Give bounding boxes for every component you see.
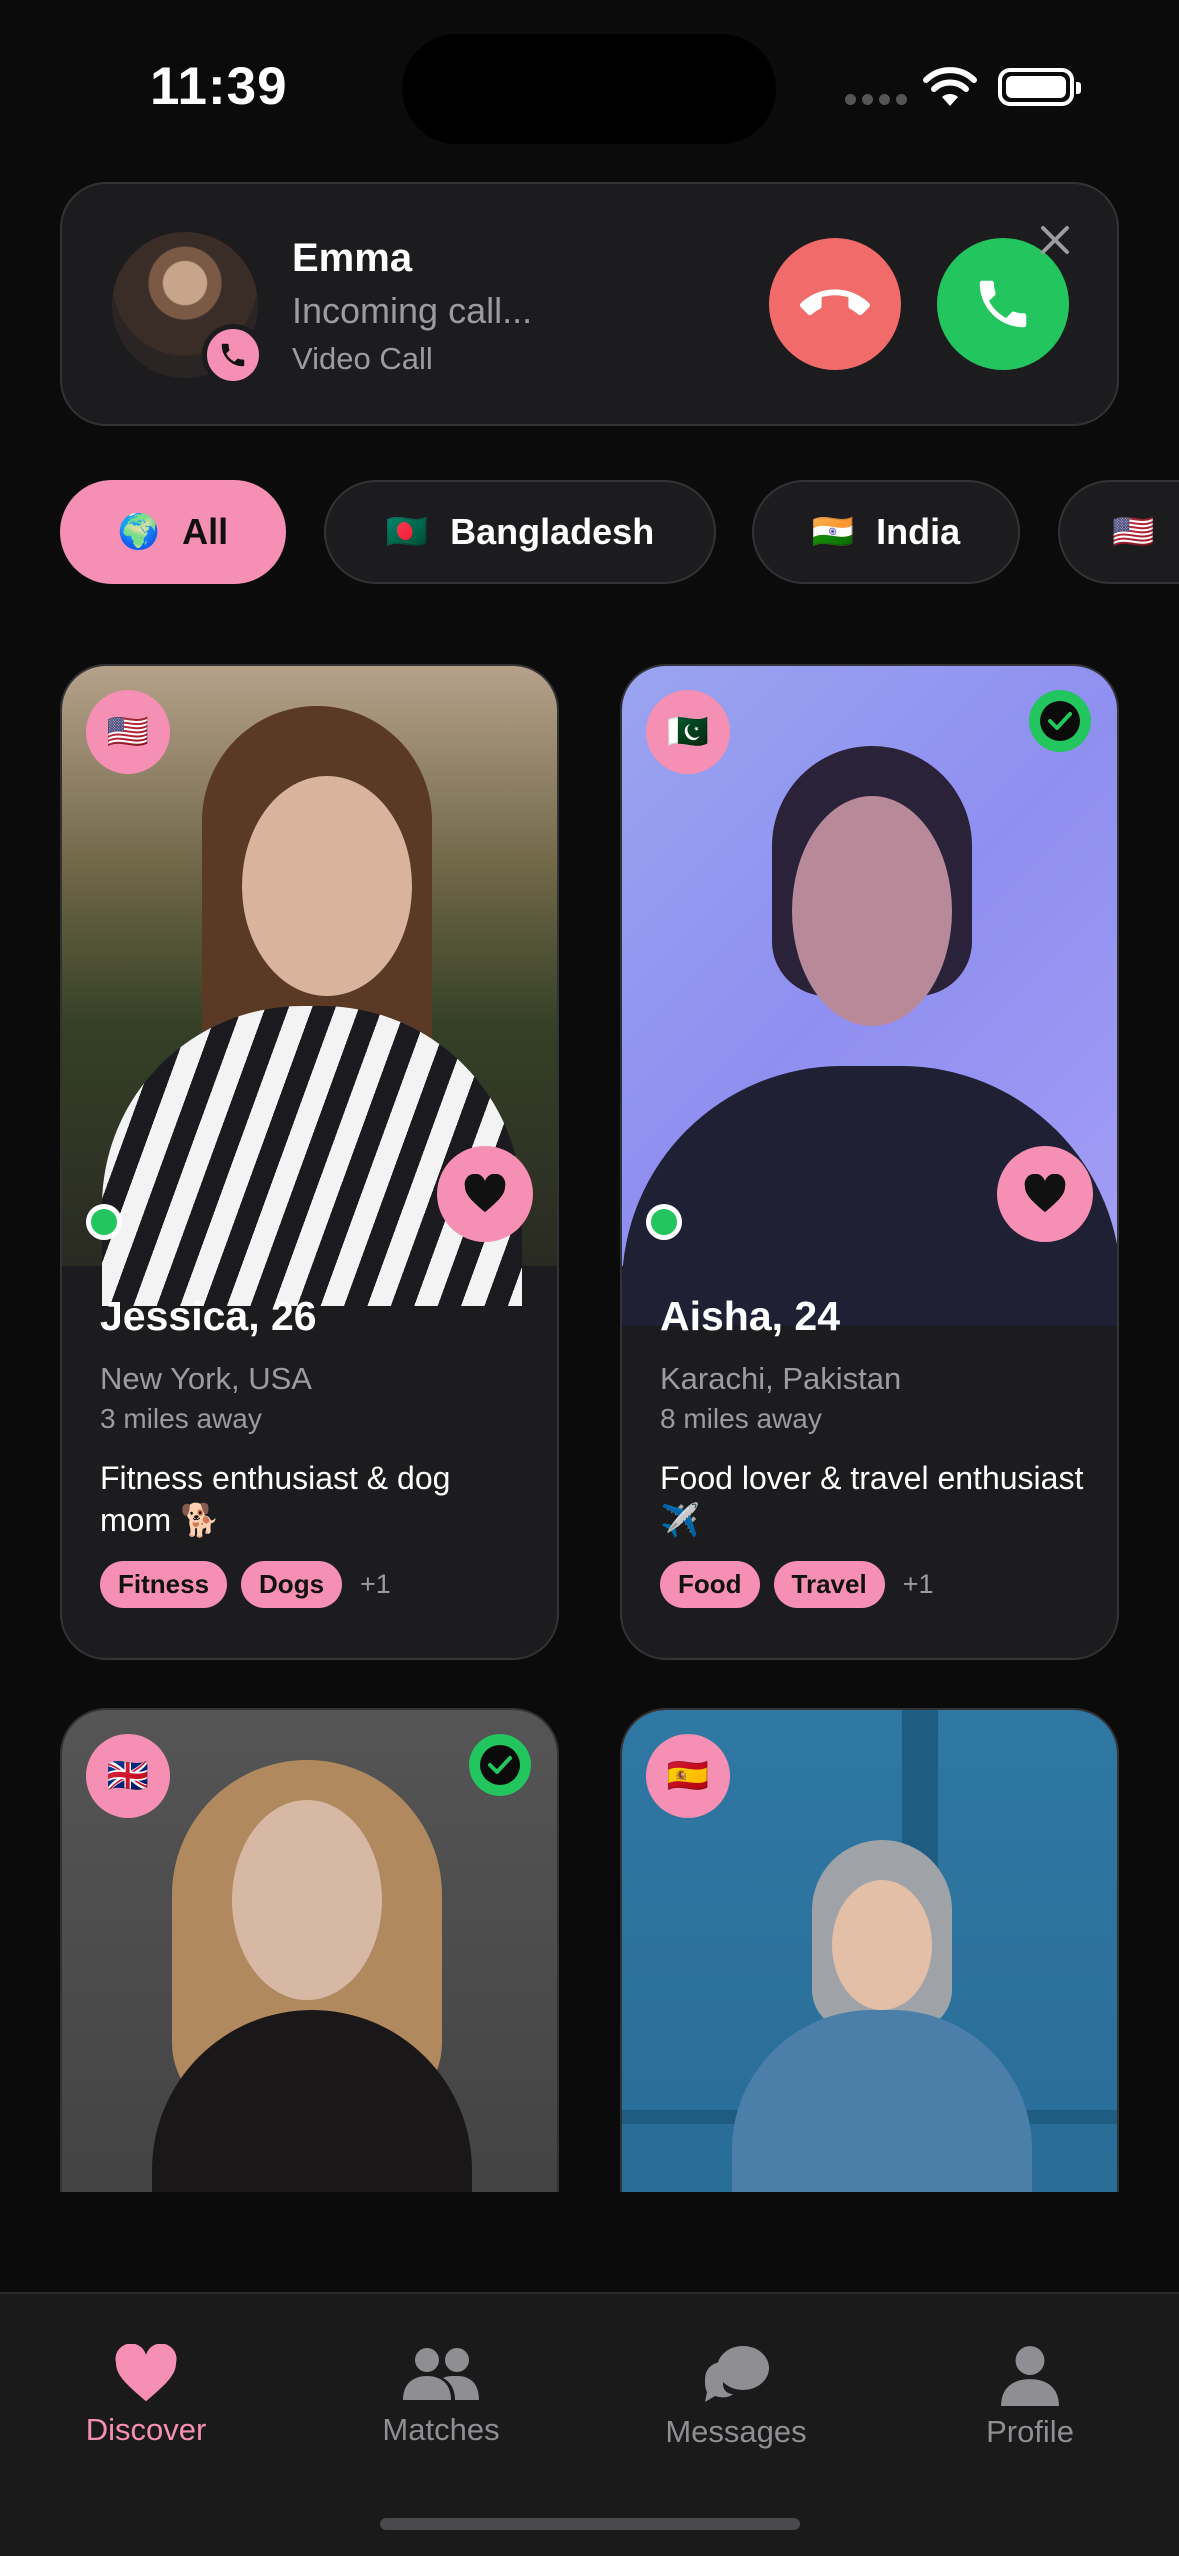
profile-distance: 3 miles away: [100, 1403, 262, 1434]
hang-up-icon: [800, 289, 870, 316]
profile-bio: Fitness enthusiast & dog mom 🐕: [100, 1460, 451, 1538]
heart-icon: [464, 1174, 506, 1213]
bottom-tab-bar: Discover Matches Messages Profile: [0, 2292, 1179, 2556]
country-flag-badge: 🇺🇸: [86, 690, 170, 774]
cellular-signal-icon: [845, 94, 907, 105]
incoming-call-card[interactable]: Emma Incoming call... Video Call: [60, 182, 1119, 426]
filter-chip-label: Bangladesh: [450, 511, 655, 552]
close-icon[interactable]: [1037, 222, 1073, 258]
people-icon: [403, 2348, 479, 2400]
tab-profile[interactable]: Profile: [900, 2344, 1160, 2450]
country-flag-badge: 🇬🇧: [86, 1734, 170, 1818]
interest-tag: Fitness: [100, 1561, 228, 1608]
caller-name: Emma: [292, 236, 413, 280]
profile-name: Aisha, 24: [660, 1293, 841, 1339]
call-badge: [202, 324, 264, 386]
country-flag-badge: 🇵🇰: [646, 690, 730, 774]
interest-tag: Dogs: [241, 1561, 343, 1608]
bangladesh-flag-icon: 🇧🇩: [385, 513, 429, 551]
more-tags-count: +1: [902, 1569, 934, 1599]
call-type: Video Call: [292, 341, 433, 376]
filter-chip-label: India: [876, 511, 961, 552]
filter-chip-label: All: [182, 511, 229, 552]
online-status-dot: [86, 1204, 122, 1240]
tab-label: Discover: [85, 2412, 207, 2447]
home-indicator: [380, 2518, 800, 2530]
online-status-dot: [646, 1204, 682, 1240]
phone-icon: [221, 343, 245, 367]
checkmark-icon: [488, 1756, 512, 1774]
profile-card[interactable]: 🇪🇸: [620, 1708, 1119, 2192]
profile-distance: 8 miles away: [660, 1403, 822, 1434]
status-time: 11:39: [150, 57, 288, 116]
heart-icon: [1024, 1174, 1066, 1213]
country-filter-bar: 🌍 All 🇧🇩 Bangladesh 🇮🇳 India 🇺🇸: [60, 480, 1179, 584]
profile-bio: Food lover & travel enthusiast ✈️: [660, 1460, 1084, 1538]
interest-tags: Food Travel +1: [660, 1561, 1087, 1608]
dynamic-island: [402, 34, 776, 144]
verified-badge: [1029, 690, 1091, 752]
tab-label: Messages: [665, 2414, 807, 2449]
person-icon: [1001, 2346, 1059, 2406]
usa-flag-icon: 🇺🇸: [1112, 513, 1155, 551]
tab-matches[interactable]: Matches: [311, 2344, 571, 2448]
heart-icon: [115, 2344, 177, 2402]
country-flag-badge: 🇪🇸: [646, 1734, 730, 1818]
interest-tag: Travel: [773, 1561, 885, 1608]
decline-call-button[interactable]: [769, 238, 901, 370]
profile-name: Jessica, 26: [100, 1293, 317, 1339]
tab-label: Profile: [986, 2414, 1074, 2449]
profile-card[interactable]: 🇵🇰 Aisha, 24 Karachi, Pakistan 8 miles a…: [620, 664, 1119, 1660]
tab-discover[interactable]: Discover: [16, 2344, 276, 2448]
checkmark-icon: [1048, 712, 1072, 730]
filter-chip-usa[interactable]: 🇺🇸: [1058, 480, 1179, 584]
india-flag-icon: 🇮🇳: [811, 513, 855, 551]
filter-chip-bangladesh[interactable]: 🇧🇩 Bangladesh: [324, 480, 716, 584]
like-button[interactable]: [997, 1146, 1093, 1242]
profile-location: Karachi, Pakistan: [660, 1361, 902, 1396]
interest-tags: Fitness Dogs +1: [100, 1561, 527, 1608]
interest-tag: Food: [660, 1561, 760, 1608]
verified-badge: [469, 1734, 531, 1796]
tab-label: Matches: [382, 2412, 500, 2447]
filter-chip-all[interactable]: 🌍 All: [60, 480, 286, 584]
like-button[interactable]: [437, 1146, 533, 1242]
tab-messages[interactable]: Messages: [606, 2344, 866, 2450]
chat-bubbles-icon: [705, 2346, 769, 2402]
filter-chip-india[interactable]: 🇮🇳 India: [752, 480, 1020, 584]
battery-icon: [998, 68, 1081, 106]
profile-location: New York, USA: [100, 1361, 312, 1396]
wifi-icon: [923, 67, 977, 106]
call-status: Incoming call...: [292, 290, 533, 331]
profile-card[interactable]: 🇬🇧: [60, 1708, 559, 2192]
globe-icon: 🌍: [117, 513, 161, 551]
phone-icon: [979, 280, 1027, 328]
profile-card[interactable]: 🇺🇸 Jessica, 26 New York, USA 3 miles awa…: [60, 664, 559, 1660]
more-tags-count: +1: [360, 1569, 391, 1599]
